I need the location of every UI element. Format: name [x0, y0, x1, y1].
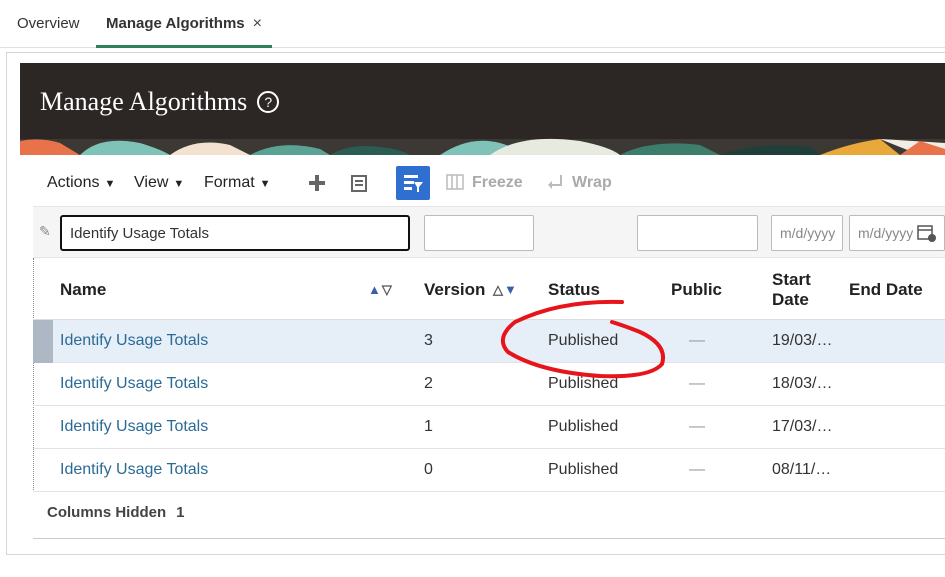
annotation-circle	[500, 299, 665, 379]
